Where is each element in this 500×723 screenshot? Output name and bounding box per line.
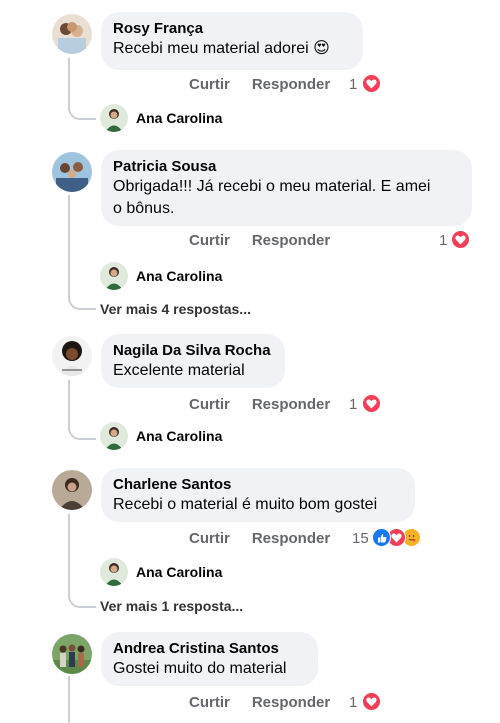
heart-reaction-icon [362, 692, 381, 711]
reply-button[interactable]: Responder [252, 75, 330, 95]
heart-reaction-icon [362, 394, 381, 413]
comment-actions: Curtir Responder [189, 529, 330, 549]
thread-line [68, 195, 70, 295]
reactions[interactable] [362, 74, 381, 93]
comment-bubble: Andrea Cristina Santos Gostei muito do m… [101, 632, 318, 686]
like-button[interactable]: Curtir [189, 529, 230, 549]
comment-actions: Curtir Responder [189, 395, 330, 415]
reaction-count: 1 [349, 76, 358, 93]
reply-avatar[interactable] [100, 262, 128, 290]
like-button[interactable]: Curtir [189, 75, 230, 95]
like-reaction-icon [372, 528, 391, 547]
reaction-count: 1 [349, 694, 358, 711]
reaction-count: 1 [439, 232, 448, 249]
reply-item[interactable]: Ana Carolina [100, 262, 222, 290]
comment-text: Excelente material [113, 362, 245, 379]
commenter-name[interactable]: Nagila Da Silva Rocha [113, 342, 273, 360]
avatar[interactable] [52, 470, 92, 510]
thread-line [68, 514, 70, 594]
reply-button[interactable]: Responder [252, 231, 330, 251]
thread-line [68, 676, 70, 723]
reply-avatar[interactable] [100, 558, 128, 586]
reply-author-name[interactable]: Ana Carolina [136, 268, 222, 284]
avatar[interactable] [52, 152, 92, 192]
thread-connector [68, 420, 96, 440]
reply-author-name[interactable]: Ana Carolina [136, 564, 222, 580]
reactions[interactable] [451, 230, 470, 249]
reactions[interactable] [372, 528, 421, 547]
commenter-name[interactable]: Andrea Cristina Santos [113, 640, 306, 658]
comment-bubble: Patricia Sousa Obrigada!!! Já recebi o m… [101, 150, 472, 226]
reaction-count: 15 [352, 530, 369, 547]
like-button[interactable]: Curtir [189, 693, 230, 713]
heart-reaction-icon [362, 74, 381, 93]
heart-reaction-icon [451, 230, 470, 249]
reply-item[interactable]: Ana Carolina [100, 422, 222, 450]
heart-eyes-emoji: 😍 [313, 40, 330, 57]
comment-text: Recebi o material é muito bom gostei [113, 496, 378, 513]
thread-connector [68, 100, 96, 120]
reactions[interactable] [362, 692, 381, 711]
comment-actions: Curtir Responder [189, 231, 330, 251]
comment-bubble: Nagila Da Silva Rocha Excelente material [101, 334, 285, 388]
comment-text: Gostei muito do material [113, 660, 287, 677]
like-button[interactable]: Curtir [189, 231, 230, 251]
reply-item[interactable]: Ana Carolina [100, 558, 222, 586]
commenter-name[interactable]: Charlene Santos [113, 476, 403, 494]
comment-actions: Curtir Responder [189, 693, 330, 713]
comment-text: Recebi meu material adorei 😍 [113, 40, 330, 57]
avatar[interactable] [52, 14, 92, 54]
commenter-name[interactable]: Rosy França [113, 20, 351, 38]
reply-author-name[interactable]: Ana Carolina [136, 110, 222, 126]
reply-button[interactable]: Responder [252, 693, 330, 713]
view-more-replies-link[interactable]: Ver mais 4 respostas... [100, 301, 251, 317]
comment-bubble: Rosy França Recebi meu material adorei 😍 [101, 12, 363, 70]
reactions[interactable] [362, 394, 381, 413]
reply-author-name[interactable]: Ana Carolina [136, 428, 222, 444]
comment-actions: Curtir Responder [189, 75, 330, 95]
comment-bubble: Charlene Santos Recebi o material é muit… [101, 468, 415, 522]
thread-connector [68, 588, 96, 608]
reply-avatar[interactable] [100, 422, 128, 450]
comment-text: Obrigada!!! Já recebi o meu material. E … [113, 178, 431, 217]
like-button[interactable]: Curtir [189, 395, 230, 415]
commenter-name[interactable]: Patricia Sousa [113, 158, 460, 176]
thread-connector [68, 290, 96, 310]
avatar[interactable] [52, 336, 92, 376]
reply-avatar[interactable] [100, 104, 128, 132]
avatar[interactable] [52, 634, 92, 674]
reaction-count: 1 [349, 396, 358, 413]
reply-item[interactable]: Ana Carolina [100, 104, 222, 132]
reply-button[interactable]: Responder [252, 395, 330, 415]
view-more-replies-link[interactable]: Ver mais 1 resposta... [100, 598, 243, 614]
reply-button[interactable]: Responder [252, 529, 330, 549]
